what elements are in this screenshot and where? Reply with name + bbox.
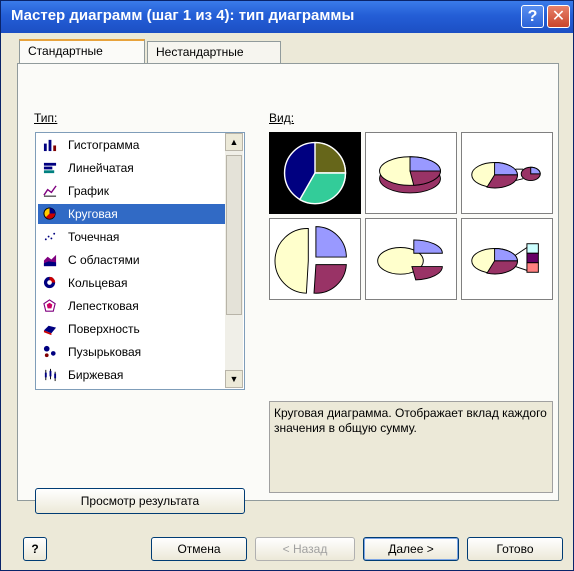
chart-wizard-dialog: Мастер диаграмм (шаг 1 из 4): тип диагра… <box>0 0 574 571</box>
surface-chart-icon <box>42 322 58 336</box>
chart-type-label: График <box>68 184 109 198</box>
doughnut-chart-icon <box>42 276 58 290</box>
chart-type-label: Биржевая <box>68 368 124 382</box>
help-title-button[interactable]: ? <box>521 5 544 28</box>
chart-type-label: Кольцевая <box>68 276 128 290</box>
scroll-thumb[interactable] <box>226 155 242 315</box>
tab-standard[interactable]: Стандартные <box>19 39 145 63</box>
chart-type-label: Точечная <box>68 230 120 244</box>
help-button[interactable]: ? <box>23 537 47 561</box>
close-button[interactable]: ✕ <box>547 5 570 28</box>
area-chart-icon <box>42 253 58 267</box>
chart-type-item[interactable]: С областями <box>38 250 226 270</box>
chart-type-item[interactable]: Гистограмма <box>38 135 226 155</box>
window-title: Мастер диаграмм (шаг 1 из 4): тип диагра… <box>11 7 355 24</box>
chart-subtype-option[interactable] <box>461 218 553 300</box>
chart-subtype-option[interactable] <box>269 218 361 300</box>
pie-flat-icon <box>283 141 347 205</box>
bar-of-pie-icon <box>471 243 539 275</box>
chart-type-list[interactable]: Гистограмма Линейчатая График Круговая Точеч… <box>35 132 245 390</box>
chart-type-item[interactable]: Круговая <box>38 204 226 224</box>
pie-chart-icon <box>42 207 58 221</box>
chart-subtype-option[interactable] <box>365 132 457 214</box>
bar-chart-icon <box>42 161 58 175</box>
chart-type-label: С областями <box>68 253 140 267</box>
title-bar[interactable]: Мастер диаграмм (шаг 1 из 4): тип диагра… <box>1 1 573 33</box>
next-button[interactable]: Далее > <box>363 537 459 561</box>
chart-type-item[interactable]: Пузырьковая <box>38 342 226 362</box>
chart-subtype-grid <box>269 132 553 300</box>
pie-3d-icon <box>379 156 441 194</box>
scatter-chart-icon <box>42 230 58 244</box>
back-button[interactable]: < Назад <box>255 537 355 561</box>
tab-custom[interactable]: Нестандартные <box>147 41 281 63</box>
scroll-down-button[interactable]: ▼ <box>225 370 243 388</box>
chart-description: Круговая диаграмма. Отображает вклад каж… <box>269 401 553 493</box>
chart-type-label: Гистограмма <box>68 138 140 152</box>
chart-type-item[interactable]: Кольцевая <box>38 273 226 293</box>
chart-subtype-option[interactable] <box>269 132 361 214</box>
cancel-button[interactable]: Отмена <box>151 537 247 561</box>
chart-subtype-option[interactable] <box>365 218 457 300</box>
exploded-pie-3d-icon <box>377 239 443 281</box>
stock-chart-icon <box>42 368 58 382</box>
chart-type-item[interactable]: Точечная <box>38 227 226 247</box>
pie-of-pie-icon <box>471 162 541 189</box>
chart-type-label: Линейчатая <box>68 161 134 175</box>
chart-type-label: Лепестковая <box>68 299 139 313</box>
bubble-chart-icon <box>42 345 58 359</box>
view-label: Вид: <box>269 111 295 125</box>
chart-type-item[interactable]: Поверхность <box>38 319 226 339</box>
chart-type-item[interactable]: Биржевая <box>38 365 226 385</box>
chart-type-label: Круговая <box>68 207 118 221</box>
chart-type-label: Пузырьковая <box>68 345 142 359</box>
type-label: Тип: <box>34 111 58 125</box>
radar-chart-icon <box>42 299 58 313</box>
scroll-up-button[interactable]: ▲ <box>225 133 243 151</box>
chart-type-label: Поверхность <box>68 322 140 336</box>
chart-type-item[interactable]: Линейчатая <box>38 158 226 178</box>
chart-type-scrollbar[interactable]: ▲ ▼ <box>225 133 243 388</box>
chart-type-item[interactable]: График <box>38 181 226 201</box>
line-chart-icon <box>42 184 58 198</box>
finish-button[interactable]: Готово <box>467 537 563 561</box>
chart-type-item[interactable]: Лепестковая <box>38 296 226 316</box>
chart-subtype-option[interactable] <box>461 132 553 214</box>
column-chart-icon <box>42 138 58 152</box>
preview-button[interactable]: Просмотр результата <box>35 488 245 514</box>
exploded-pie-icon <box>274 226 347 294</box>
